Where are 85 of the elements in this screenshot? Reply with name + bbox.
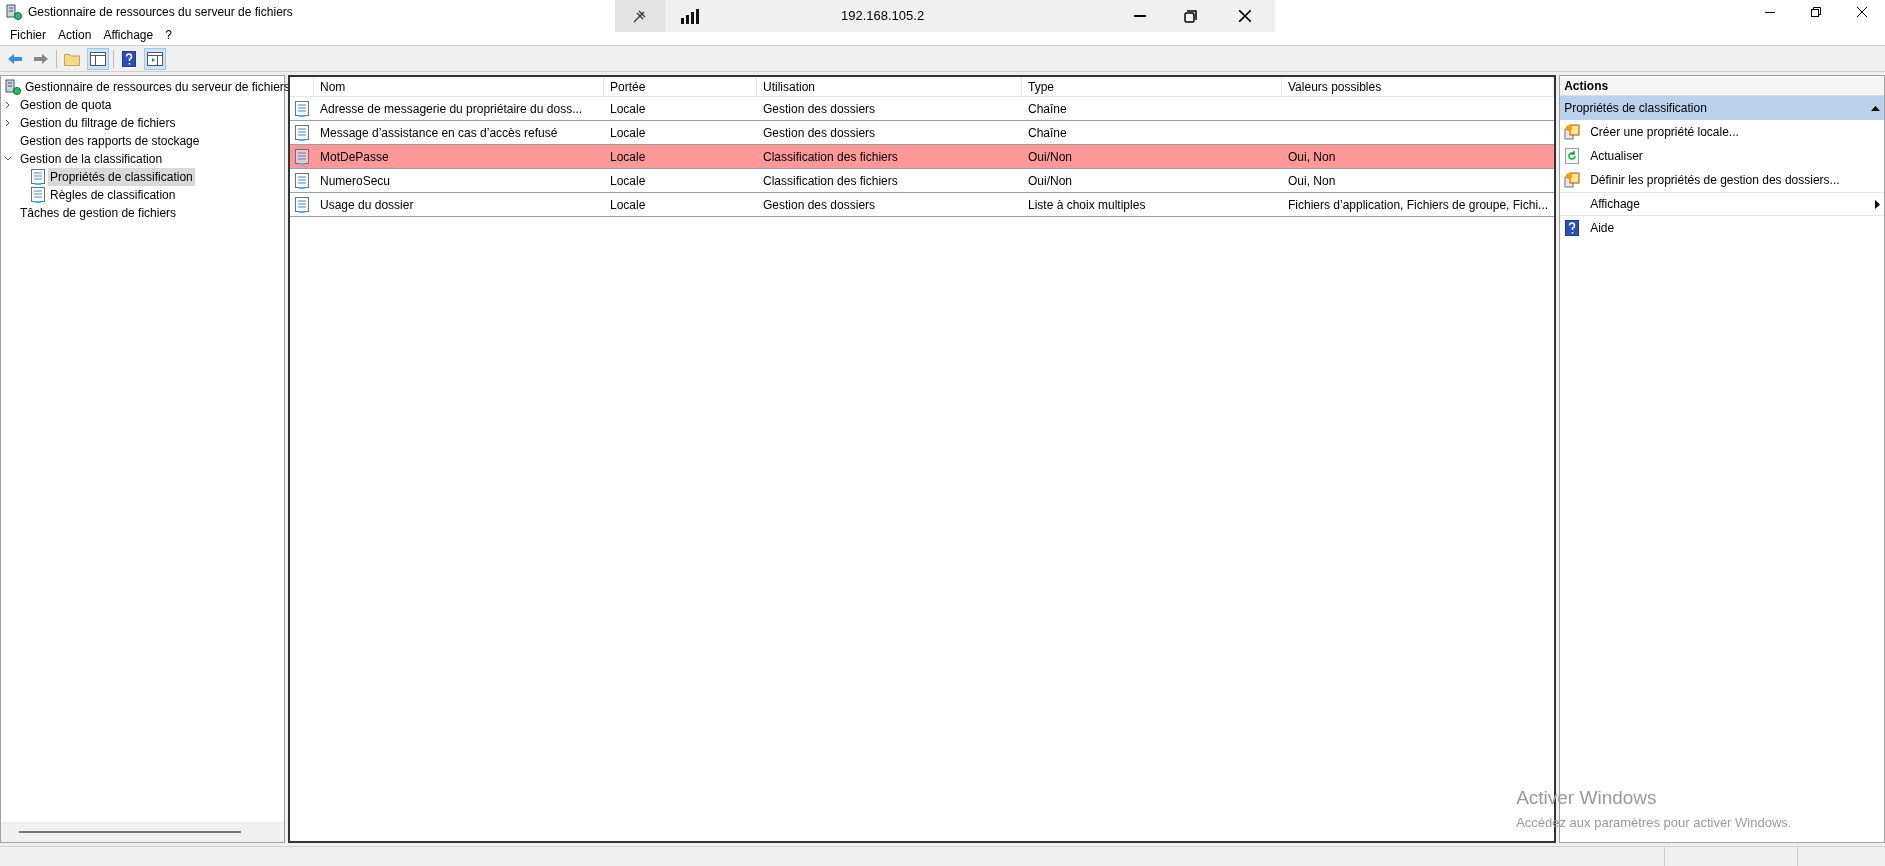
table-cell-text: Fichiers d’application, Fichiers de groupe, Fichi... xyxy=(1287,196,1550,214)
table-cell-text: MotDePasse xyxy=(319,148,390,166)
document-list-icon xyxy=(295,124,309,141)
table-cell-text: Chaîne xyxy=(1027,100,1068,118)
table-cell-text: Oui, Non xyxy=(1287,148,1337,166)
chevron-right-icon[interactable] xyxy=(4,119,12,127)
task-link[interactable]: Créer une propriété locale... xyxy=(1560,120,1884,144)
server-icon xyxy=(5,79,21,95)
table-cell-text: Message d’assistance en cas d’accès refusé xyxy=(319,124,559,142)
caret-up-icon xyxy=(1871,105,1880,111)
table-cell-text: Oui/Non xyxy=(1027,172,1074,190)
table-cell-text: Classification des fichiers xyxy=(762,148,899,166)
table-row[interactable]: MotDePasse Locale Classification des fichiers Oui/Non Oui, Non xyxy=(290,145,1555,169)
chevron-right-icon[interactable] xyxy=(4,101,12,109)
document-list-icon xyxy=(295,100,309,117)
tree-item[interactable]: Règles de classification xyxy=(48,186,178,204)
help-icon xyxy=(1565,220,1580,236)
close-icon xyxy=(1857,7,1867,17)
scrollbar-thumb[interactable] xyxy=(19,831,241,833)
table-cell-text: Oui/Non xyxy=(1027,148,1074,166)
caret-right-icon xyxy=(1875,199,1880,209)
section-title: Propriétés de classification xyxy=(1564,100,1707,117)
right-arrow-icon xyxy=(33,52,49,65)
property-sheet-icon xyxy=(1564,172,1581,188)
minimize-icon xyxy=(1134,15,1146,17)
show-actions-button[interactable] xyxy=(144,47,166,70)
task-link[interactable]: Aide xyxy=(1560,216,1884,240)
table-cell-text: Classification des fichiers xyxy=(762,172,899,190)
menu-item[interactable]: Fichier xyxy=(4,25,52,44)
table-cell-text: Gestion des dossiers xyxy=(762,196,877,214)
left-arrow-icon xyxy=(7,52,23,65)
actions-section-header[interactable]: Propriétés de classification xyxy=(1560,96,1884,120)
document-list-icon xyxy=(295,172,309,189)
restore-icon xyxy=(1811,7,1821,17)
table-cell-text: Liste à choix multiples xyxy=(1027,196,1147,214)
table-cell-text: Gestion des dossiers xyxy=(762,100,877,118)
folder-icon xyxy=(64,51,80,66)
table-cell-text: Locale xyxy=(609,148,647,166)
table-cell-text: Oui, Non xyxy=(1287,172,1337,190)
table-cell-text: Gestion des dossiers xyxy=(762,124,877,142)
table-cell-text: Adresse de messagerie du propriétaire du doss... xyxy=(319,100,584,118)
column-header[interactable]: Nom xyxy=(314,77,604,96)
table-cell-text: Locale xyxy=(609,100,647,118)
close-icon xyxy=(1239,10,1251,22)
actions-header: Actions xyxy=(1560,76,1884,96)
table-cell-text: Usage du dossier xyxy=(319,196,415,214)
tree-item[interactable]: Gestion de quota xyxy=(18,96,114,114)
table-cell-text: NumeroSecu xyxy=(319,172,392,190)
task-link[interactable]: Définir les propriétés de gestion des dossiers... xyxy=(1560,168,1884,192)
pin-icon xyxy=(632,8,648,24)
menu-item[interactable]: ? xyxy=(159,25,178,44)
help-icon xyxy=(122,50,136,67)
tree-item[interactable]: Gestion du filtrage de fichiers xyxy=(18,114,178,132)
document-list-icon xyxy=(31,169,45,185)
table-cell-text: Chaîne xyxy=(1027,124,1068,142)
window-title: Gestionnaire de ressources du serveur de fichiers xyxy=(28,4,293,21)
menu-item[interactable]: Affichage xyxy=(97,25,160,44)
tree-item[interactable]: Tâches de gestion de fichiers xyxy=(18,204,179,222)
task-link[interactable]: Actualiser xyxy=(1560,144,1884,168)
tree-item[interactable]: Gestion des rapports de stockage xyxy=(18,132,202,150)
table-cell-text: Locale xyxy=(609,196,647,214)
signal-bars-icon xyxy=(681,8,701,24)
panel-left-icon xyxy=(90,51,106,66)
chevron-down-icon[interactable] xyxy=(4,155,12,163)
restore-icon xyxy=(1183,9,1197,23)
document-list-icon xyxy=(295,148,309,165)
server-icon xyxy=(6,4,22,20)
task-link[interactable]: Affichage xyxy=(1560,192,1884,216)
column-header[interactable]: Valeurs possibles xyxy=(1282,77,1555,96)
table-cell-text: Locale xyxy=(609,172,647,190)
tree-item[interactable]: Gestion de la classification xyxy=(18,150,165,168)
ip-address: 192.168.105.2 xyxy=(841,7,925,26)
table-cell-text: Locale xyxy=(609,124,647,142)
document-list-icon xyxy=(31,187,45,203)
column-header[interactable]: Portée xyxy=(604,77,757,96)
column-header[interactable]: Type xyxy=(1022,77,1282,96)
tree-item[interactable]: Propriétés de classification xyxy=(48,168,195,186)
menu-item[interactable]: Action xyxy=(52,25,98,44)
minimize-icon xyxy=(1765,11,1775,13)
document-list-icon xyxy=(295,196,309,213)
property-sheet-icon xyxy=(1564,124,1581,140)
show-tree-button[interactable] xyxy=(87,47,109,70)
refresh-icon xyxy=(1565,148,1580,164)
panel-right-icon xyxy=(147,51,163,66)
column-header[interactable]: Utilisation xyxy=(757,77,1022,96)
